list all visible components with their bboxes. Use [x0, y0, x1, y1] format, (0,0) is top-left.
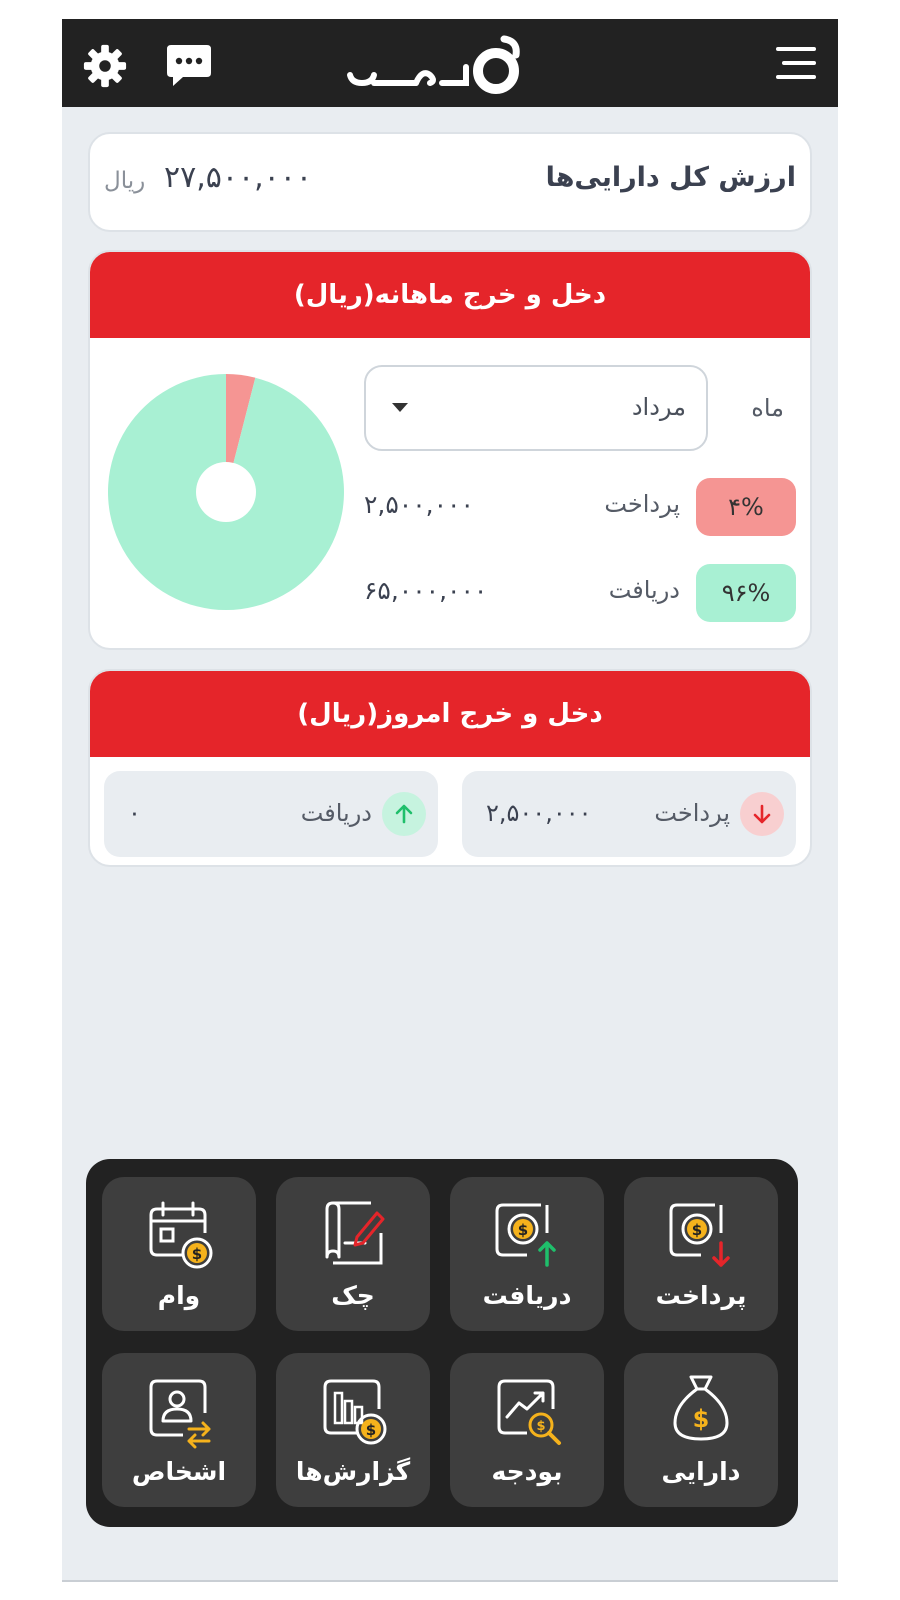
chat-icon[interactable]	[165, 43, 213, 89]
today-payment-tile[interactable]: پرداخت ۲,۵۰۰,۰۰۰	[462, 771, 796, 857]
monthly-income-expense-card: دخل و خرج ماهانه(ریال) ماه مرداد ۴% پردا…	[88, 250, 812, 650]
assets-button-label: دارایی	[661, 1457, 741, 1486]
today-receipt-amount: ۰	[128, 799, 141, 827]
payment-button[interactable]: $ پرداخت	[624, 1177, 778, 1331]
today-payment-label: پرداخت	[654, 799, 730, 827]
loan-button[interactable]: $ وام	[102, 1177, 256, 1331]
svg-text:$: $	[692, 1221, 702, 1239]
total-assets-label: ارزش کل دارایی‌ها	[545, 162, 796, 193]
today-receipt-label: دریافت	[300, 799, 372, 827]
budget-chart-icon: $	[497, 1379, 561, 1445]
monthly-receipt-amount: ۶۵,۰۰۰,۰۰۰	[364, 576, 488, 605]
reports-button-label: گزارش‌ها	[295, 1457, 411, 1486]
monthly-payment-amount: ۲,۵۰۰,۰۰۰	[364, 490, 474, 519]
hamburger-menu-icon[interactable]	[776, 45, 816, 81]
svg-text:$: $	[536, 1419, 545, 1434]
monthly-payment-label: پرداخت	[604, 490, 680, 518]
receipt-button[interactable]: $ دریافت	[450, 1177, 604, 1331]
caret-down-icon	[392, 403, 408, 412]
cheque-button-label: چک	[331, 1281, 375, 1310]
gear-icon[interactable]	[82, 43, 128, 89]
svg-text:$: $	[518, 1221, 528, 1239]
cheque-button[interactable]: چک	[276, 1177, 430, 1331]
payment-button-label: پرداخت	[655, 1281, 747, 1310]
calendar-loan-icon: $	[149, 1201, 213, 1269]
total-assets-card[interactable]: ارزش کل دارایی‌ها ۲۷,۵۰۰,۰۰۰ ریال	[88, 132, 812, 232]
arrow-up-icon	[395, 804, 413, 824]
month-select[interactable]: مرداد	[364, 365, 708, 451]
loan-button-label: وام	[157, 1281, 201, 1310]
app-screen: ارزش کل دارایی‌ها ۲۷,۵۰۰,۰۰۰ ریال دخل و …	[62, 19, 838, 1582]
pie-center-hole	[196, 462, 256, 522]
svg-text:$: $	[192, 1245, 202, 1263]
receipt-percent-badge: ۹۶%	[696, 564, 796, 622]
cheque-icon	[325, 1201, 385, 1265]
budget-button[interactable]: $ بودجه	[450, 1353, 604, 1507]
persons-button-label: اشخاص	[131, 1457, 227, 1486]
month-label: ماه	[751, 394, 784, 422]
svg-text:$: $	[693, 1405, 710, 1433]
receipt-button-label: دریافت	[482, 1281, 572, 1310]
arrow-up-badge	[382, 792, 426, 836]
reports-icon: $	[323, 1379, 387, 1445]
svg-text:$: $	[366, 1421, 376, 1439]
today-income-expense-card: دخل و خرج امروز(ریال) پرداخت ۲,۵۰۰,۰۰۰ د…	[88, 669, 812, 867]
arrow-down-icon	[753, 804, 771, 824]
app-logo	[347, 35, 520, 94]
dollar-payment-icon: $	[669, 1203, 730, 1267]
today-receipt-tile[interactable]: دریافت ۰	[104, 771, 438, 857]
today-card-title: دخل و خرج امروز(ریال)	[90, 671, 810, 757]
monthly-card-title: دخل و خرج ماهانه(ریال)	[90, 252, 810, 338]
action-grid: $ پرداخت $ دریافت چک $ وام $ دارایی $ بو…	[86, 1159, 798, 1527]
budget-button-label: بودجه	[491, 1457, 563, 1486]
today-payment-amount: ۲,۵۰۰,۰۰۰	[486, 799, 592, 827]
total-assets-unit: ریال	[104, 168, 146, 194]
arrow-down-badge	[740, 792, 784, 836]
money-bag-icon: $	[673, 1375, 729, 1441]
assets-button[interactable]: $ دارایی	[624, 1353, 778, 1507]
total-assets-value: ۲۷,۵۰۰,۰۰۰	[164, 160, 312, 195]
monthly-pie-chart	[107, 374, 344, 610]
top-bar	[62, 19, 838, 107]
persons-icon	[149, 1379, 211, 1449]
monthly-receipt-label: دریافت	[608, 576, 680, 604]
persons-button[interactable]: اشخاص	[102, 1353, 256, 1507]
month-select-value: مرداد	[631, 393, 686, 421]
dollar-receipt-icon: $	[495, 1203, 556, 1267]
payment-percent-badge: ۴%	[696, 478, 796, 536]
reports-button[interactable]: $ گزارش‌ها	[276, 1353, 430, 1507]
